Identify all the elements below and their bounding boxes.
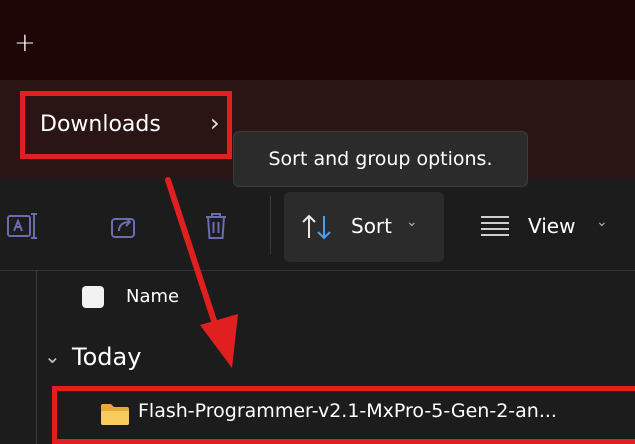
rename-icon[interactable] <box>4 206 44 246</box>
view-icon[interactable] <box>480 214 510 236</box>
sort-label: Sort <box>351 214 392 238</box>
view-button[interactable]: View <box>528 214 575 238</box>
share-icon[interactable] <box>104 206 144 246</box>
group-collapse-icon[interactable]: ⌄ <box>44 344 61 368</box>
name-column-header[interactable]: Name <box>126 286 179 307</box>
sort-tooltip: Sort and group options. <box>233 131 528 187</box>
select-all-checkbox[interactable] <box>82 286 104 308</box>
view-dropdown-icon[interactable]: ⌄ <box>596 214 608 230</box>
breadcrumb-downloads[interactable]: Downloads <box>40 112 161 137</box>
sort-icon <box>302 214 331 240</box>
breadcrumb-chevron-icon[interactable]: › <box>210 109 220 137</box>
folder-icon <box>101 404 129 425</box>
new-tab-button[interactable]: + <box>14 28 40 58</box>
file-name[interactable]: Flash-Programmer-v2.1-MxPro-5-Gen-2-an..… <box>138 400 557 422</box>
navigation-divider <box>36 270 37 444</box>
delete-icon[interactable] <box>196 206 236 246</box>
group-header-today[interactable]: Today <box>72 343 141 371</box>
sort-dropdown-icon: ⌄ <box>406 214 418 230</box>
toolbar-separator <box>270 196 271 254</box>
title-bar <box>0 0 635 80</box>
